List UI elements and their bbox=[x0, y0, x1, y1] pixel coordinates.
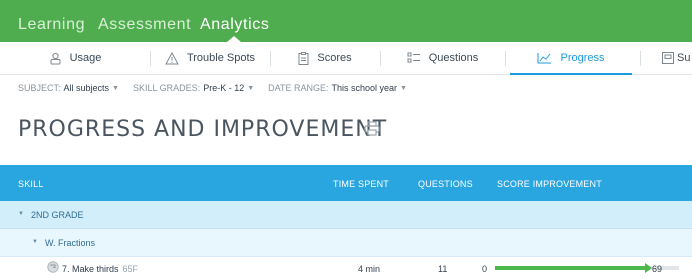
date-range-filter-label: DATE RANGE: bbox=[268, 83, 329, 93]
page-title: PROGRESS AND IMPROVEMENT bbox=[18, 117, 388, 142]
top-nav: Learning Assessment Analytics bbox=[0, 0, 692, 42]
subtab-label: Progress bbox=[560, 52, 605, 64]
filter-bar: SUBJECT: All subjects ▼ SKILL GRADES: Pr… bbox=[18, 80, 421, 96]
subtab-usage[interactable]: Usage bbox=[0, 42, 150, 74]
subject-filter[interactable]: SUBJECT: All subjects ▼ bbox=[18, 83, 119, 93]
divider bbox=[640, 51, 641, 66]
table-header: SKILL TIME SPENT QUESTIONS SCORE IMPROVE… bbox=[0, 165, 692, 201]
score-improvement-fill bbox=[495, 266, 647, 270]
skill-grades-filter-value: Pre-K - 12 bbox=[203, 83, 245, 93]
tab-learning[interactable]: Learning bbox=[18, 16, 85, 34]
skill-grades-filter[interactable]: SKILL GRADES: Pre-K - 12 ▼ bbox=[133, 83, 254, 93]
progress-table: SKILL TIME SPENT QUESTIONS SCORE IMPROVE… bbox=[0, 165, 692, 279]
tab-analytics[interactable]: Analytics bbox=[200, 16, 269, 34]
score-start-value: 0 bbox=[482, 264, 488, 274]
skill-name-cell[interactable]: 7. Make thirds 65F bbox=[62, 264, 138, 274]
skill-status-icon bbox=[47, 261, 59, 275]
sub-nav: Usage Trouble Spots Scores Questions Pro… bbox=[0, 42, 692, 75]
summary-icon bbox=[662, 52, 674, 64]
grade-group-label: 2ND GRADE bbox=[31, 210, 84, 220]
subtab-trouble-spots[interactable]: Trouble Spots bbox=[150, 42, 270, 74]
usage-icon bbox=[50, 52, 61, 64]
tab-assessment[interactable]: Assessment bbox=[98, 16, 191, 34]
clipboard-icon bbox=[298, 51, 309, 65]
time-spent-cell: 4 min bbox=[358, 264, 381, 274]
skill-category-label: W. Fractions bbox=[45, 238, 96, 248]
questions-icon bbox=[407, 52, 420, 62]
chevron-down-icon: ▼ bbox=[112, 84, 119, 92]
chevron-down-icon: ▼ bbox=[400, 84, 407, 92]
grade-group-row[interactable]: ▼ 2ND GRADE bbox=[0, 201, 692, 229]
subtab-label: Su bbox=[677, 52, 691, 64]
warning-icon bbox=[165, 51, 179, 64]
chevron-down-icon: ▼ bbox=[247, 84, 255, 92]
subject-filter-label: SUBJECT: bbox=[18, 83, 61, 93]
score-end-value: 69 bbox=[652, 264, 663, 274]
subtab-label: Usage bbox=[69, 52, 102, 64]
subtab-questions[interactable]: Questions bbox=[380, 42, 505, 74]
table-row[interactable]: 7. Make thirds 65F 4 min 11 0 69 bbox=[0, 257, 692, 279]
date-range-filter-value: This school year bbox=[331, 83, 398, 93]
subtab-label: Questions bbox=[428, 52, 479, 64]
chart-line-icon bbox=[537, 53, 552, 64]
column-header-skill[interactable]: SKILL bbox=[18, 179, 44, 189]
subtab-summary[interactable]: Su bbox=[662, 42, 692, 74]
skill-name: 7. Make thirds bbox=[62, 264, 119, 274]
date-range-filter[interactable]: DATE RANGE: This school year ▼ bbox=[268, 83, 407, 93]
subject-filter-value: All subjects bbox=[63, 83, 110, 93]
column-header-questions[interactable]: QUESTIONS bbox=[418, 179, 473, 189]
collapse-triangle-icon: ▼ bbox=[18, 211, 24, 217]
collapse-triangle-icon: ▼ bbox=[32, 239, 38, 245]
column-header-score-improvement[interactable]: SCORE IMPROVEMENT bbox=[497, 179, 602, 189]
skill-grades-filter-label: SKILL GRADES: bbox=[132, 83, 201, 93]
questions-cell: 11 bbox=[438, 264, 448, 274]
column-header-time-spent[interactable]: TIME SPENT bbox=[333, 179, 389, 189]
subtab-label: Trouble Spots bbox=[186, 52, 256, 64]
subtab-scores[interactable]: Scores bbox=[270, 42, 380, 74]
divider bbox=[505, 51, 506, 66]
subtab-progress[interactable]: Progress bbox=[510, 42, 632, 75]
subtab-label: Scores bbox=[317, 52, 352, 64]
skill-code: 65F bbox=[122, 264, 139, 274]
skill-category-row[interactable]: ▼ W. Fractions bbox=[0, 229, 692, 257]
print-icon[interactable] bbox=[364, 121, 380, 141]
